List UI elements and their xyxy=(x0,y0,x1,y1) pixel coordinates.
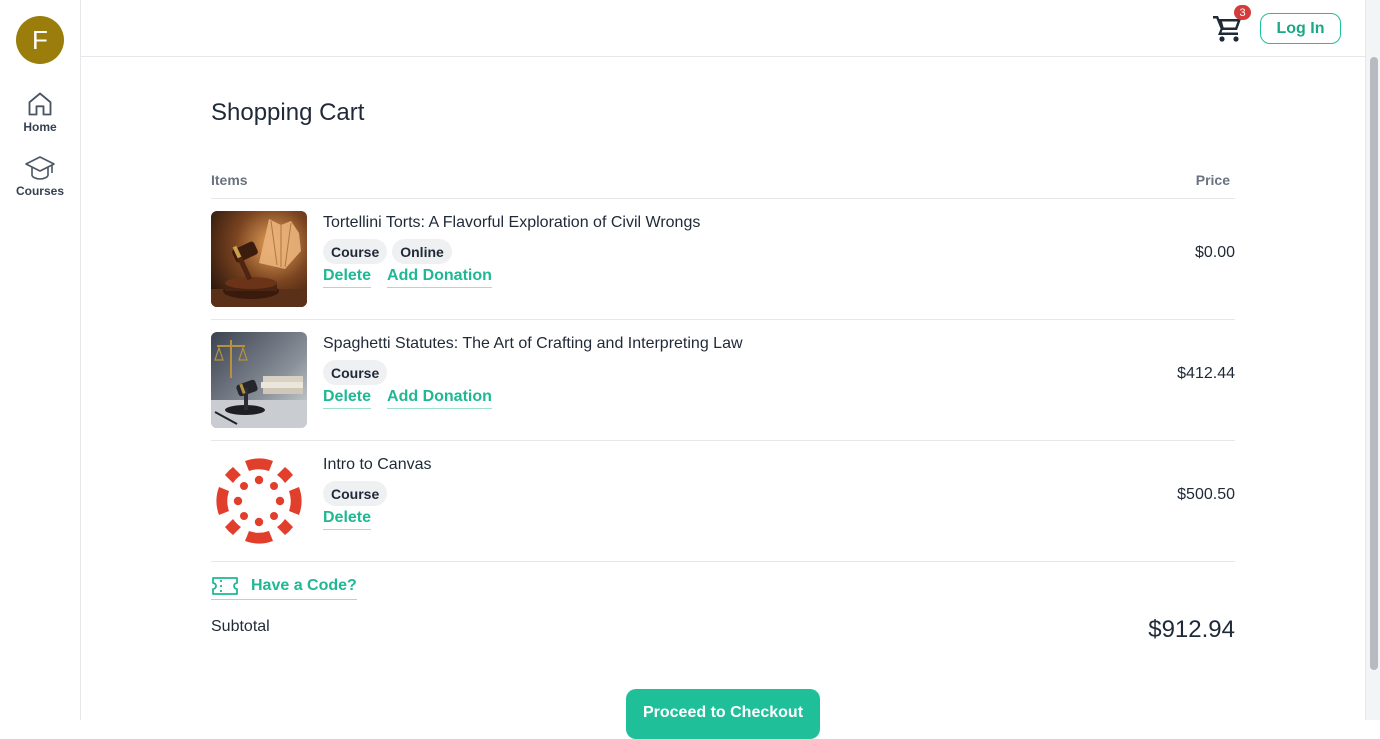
have-a-code-label: Have a Code? xyxy=(251,577,357,594)
avatar[interactable]: F xyxy=(16,16,64,64)
tag-course: Course xyxy=(323,481,388,506)
course-thumbnail[interactable] xyxy=(211,332,307,428)
page-title: Shopping Cart xyxy=(211,99,365,126)
sidebar-item-home[interactable]: Home xyxy=(0,90,80,134)
sidebar: F Home Courses xyxy=(0,0,81,720)
proceed-to-checkout-button[interactable]: Proceed to Checkout xyxy=(626,689,820,739)
cart-item: Spaghetti Statutes: The Art of Crafting … xyxy=(211,320,1235,441)
home-icon xyxy=(28,92,52,116)
divider xyxy=(211,561,1235,562)
item-tags: Course Online xyxy=(323,239,452,264)
ticket-icon xyxy=(212,577,238,595)
price-column-header: Price xyxy=(1195,172,1230,188)
subtotal-value: $912.94 xyxy=(1148,616,1235,643)
sidebar-item-label: Courses xyxy=(15,184,65,198)
login-button[interactable]: Log In xyxy=(1260,13,1341,44)
item-price: $500.50 xyxy=(1177,486,1235,503)
item-title[interactable]: Spaghetti Statutes: The Art of Crafting … xyxy=(323,335,743,353)
item-price: $0.00 xyxy=(1194,244,1235,261)
item-title[interactable]: Tortellini Torts: A Flavorful Exploratio… xyxy=(323,214,700,232)
item-tags: Course xyxy=(323,360,388,385)
add-donation-button[interactable]: Add Donation xyxy=(387,267,492,288)
sidebar-item-label: Home xyxy=(23,120,57,134)
subtotal-label: Subtotal xyxy=(211,618,270,635)
scrollbar-thumb[interactable] xyxy=(1370,57,1378,670)
cart-count-badge: 3 xyxy=(1234,5,1251,20)
item-tags: Course xyxy=(323,481,388,506)
graduation-cap-icon xyxy=(25,156,55,180)
items-column-header: Items xyxy=(211,172,248,188)
sidebar-item-courses[interactable]: Courses xyxy=(0,154,80,198)
scrollbar[interactable] xyxy=(1365,0,1380,720)
course-thumbnail[interactable] xyxy=(211,211,307,307)
item-price: $412.44 xyxy=(1177,365,1235,382)
have-a-code-button[interactable]: Have a Code? xyxy=(211,575,357,600)
tag-online: Online xyxy=(392,239,452,264)
cart-item: Tortellini Torts: A Flavorful Exploratio… xyxy=(211,199,1235,320)
item-title[interactable]: Intro to Canvas xyxy=(323,456,432,474)
delete-button[interactable]: Delete xyxy=(323,509,372,530)
item-actions: Delete xyxy=(323,509,372,530)
canvas-logo[interactable] xyxy=(211,453,307,549)
tag-course: Course xyxy=(323,239,388,264)
item-actions: Delete Add Donation xyxy=(323,267,492,288)
delete-button[interactable]: Delete xyxy=(323,267,372,288)
top-bar: 3 Log In xyxy=(81,0,1365,57)
delete-button[interactable]: Delete xyxy=(323,388,372,409)
tag-course: Course xyxy=(323,360,388,385)
item-actions: Delete Add Donation xyxy=(323,388,492,409)
add-donation-button[interactable]: Add Donation xyxy=(387,388,492,409)
cart-item: Intro to Canvas Course Delete $500.50 xyxy=(211,441,1235,562)
